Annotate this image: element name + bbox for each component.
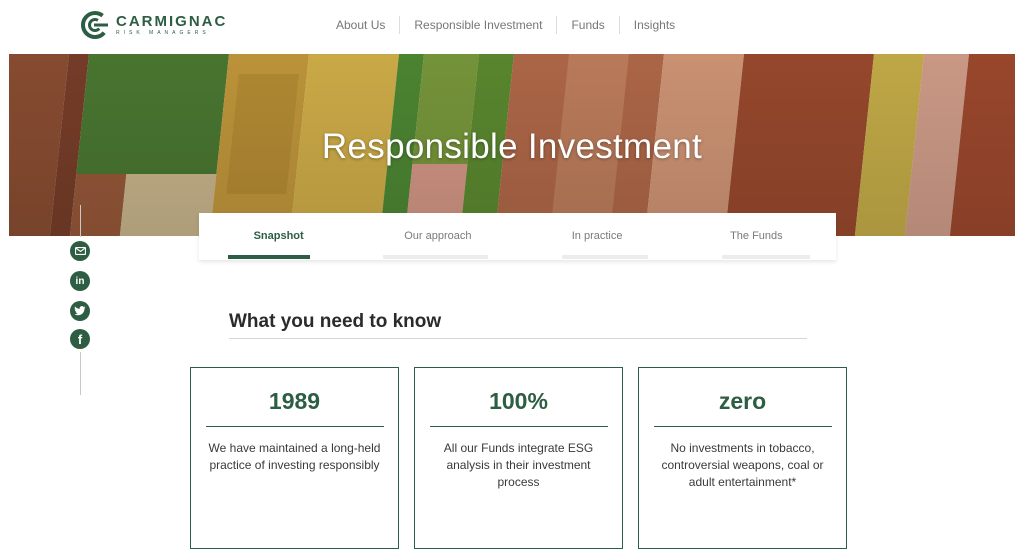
fact-number: 100% [489,388,548,414]
social-rail-line [80,352,81,395]
tab-label: Our approach [404,230,472,242]
tab-in-practice[interactable]: In practice [518,213,677,260]
fact-divider [429,426,608,427]
fact-number: zero [718,388,767,414]
tab-our-approach[interactable]: Our approach [358,213,517,260]
section-title: What you need to know [229,311,442,332]
tab-indicator [721,255,810,259]
section-divider [229,338,807,339]
email-icon[interactable] [70,241,90,261]
fact-divider [205,426,384,427]
fact-number: 1989 [268,388,321,414]
nav-responsible-investment[interactable]: Responsible Investment [400,18,556,32]
fact-card: 1989 We have maintained a long-held prac… [190,367,399,549]
tab-the-funds[interactable]: The Funds [677,213,836,260]
fact-text: All our Funds integrate ESG analysis in … [443,441,594,489]
section-tabs: Snapshot Our approach In practice The Fu… [199,213,836,260]
main-nav: About Us Responsible Investment Funds In… [330,16,689,34]
twitter-icon[interactable] [70,301,90,321]
tab-indicator [561,255,648,259]
facebook-icon[interactable]: f [70,329,90,349]
tab-label: In practice [571,230,623,242]
nav-about-us[interactable]: About Us [330,18,399,32]
brand-logo[interactable]: CARMIGNAC RISK MANAGERS [80,10,227,40]
nav-insights[interactable]: Insights [620,18,689,32]
hero-title: Responsible Investment [321,127,703,166]
fact-card: zero No investments in tobacco, controve… [638,367,847,549]
brand-name: CARMIGNAC [116,12,228,30]
tab-snapshot[interactable]: Snapshot [199,213,358,260]
fact-text: No investments in tobacco, controversial… [661,441,824,489]
fact-text: We have maintained a long-held practice … [208,441,381,472]
linkedin-icon[interactable]: in [70,271,90,291]
tab-label: Snapshot [253,230,304,242]
tab-label: The Funds [730,230,783,242]
fact-card: 100% All our Funds integrate ESG analysi… [414,367,623,549]
fact-divider [653,426,832,427]
tab-indicator [383,255,489,259]
logo-mark-icon [80,10,110,40]
hero-banner: Responsible Investment [9,54,1015,236]
social-rail-line [80,205,81,237]
brand-tagline: RISK MANAGERS [116,29,210,36]
tab-indicator [228,255,310,259]
nav-funds[interactable]: Funds [557,18,618,32]
